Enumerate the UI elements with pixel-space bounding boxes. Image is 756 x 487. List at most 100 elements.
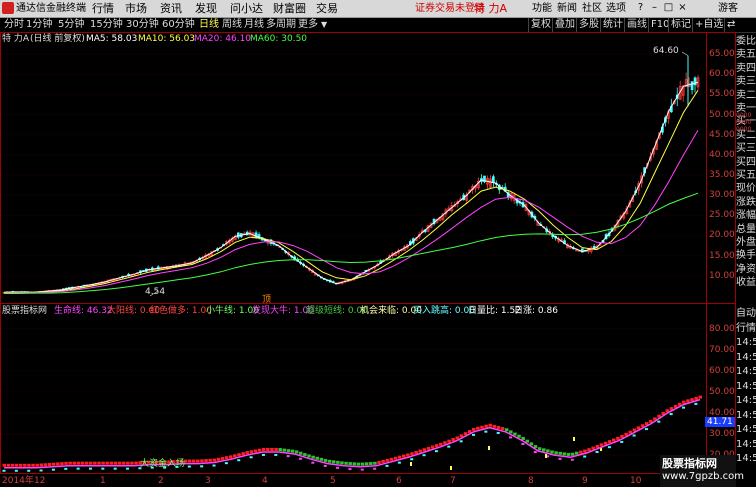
sub-y-tick: 60.00 [709,365,735,376]
sub-block [542,448,546,452]
quote-label: 涨跌 [736,196,756,208]
sub-block [612,438,616,442]
sub-block [47,462,52,466]
sub-block [389,457,394,461]
sub-grid [2,328,706,456]
ma-lines [3,81,699,294]
x-tick: 4 [262,476,268,486]
sub-block [216,457,221,461]
quote-label: 买四 [736,156,756,168]
sub-block [134,461,138,465]
sub-block [439,442,443,446]
x-tick: 6 [396,476,402,486]
sub-block [113,461,118,465]
sub-block [105,461,109,465]
quote-label: 外盘 [736,237,756,248]
sub-block-alt [323,464,327,467]
sub-block [488,423,492,427]
x-tick: 2014年 [2,476,34,486]
sub-y-tick: 80.00 [709,323,735,334]
sub-block [513,432,517,436]
sub-block [607,440,612,444]
x-tick: 8 [528,476,534,486]
sub-block [570,452,575,456]
sub-block [410,452,414,456]
sub-block-alt [311,461,315,464]
main-y-tick: 55.00 [709,89,735,100]
sub-block [208,458,212,462]
sub-block [72,461,77,465]
sub-block [348,462,352,466]
sub-block-alt [682,406,686,409]
sub-block [43,463,48,467]
sub-block [200,459,204,463]
sub-block-alt [459,440,463,443]
sub-block [35,463,39,467]
sub-block [224,456,229,460]
sub-block [84,461,89,465]
sub-block [451,438,455,442]
sub-block [6,463,11,467]
sub-block [471,427,476,431]
sub-block-alt [385,464,389,467]
sub-block [574,451,579,455]
sub-block [496,425,501,429]
sub-block-alt [558,457,562,460]
x-tick: 5 [330,476,336,486]
sub-block [76,461,81,465]
chart-border [0,32,736,474]
sub-block [566,452,571,456]
x-tick: 7 [450,476,456,486]
sub-block [509,430,513,434]
sub-block-alt [187,465,191,468]
quote-small-value: 0000 [736,119,752,126]
sub-block [311,455,315,459]
sub-block [270,447,274,451]
sub-block [591,446,595,450]
sub-block-alt [657,420,661,423]
tick-time-label: 14:5 [736,438,756,450]
candle-body [236,232,240,238]
sub-block [39,463,44,467]
x-tick: 9 [582,476,588,486]
main-y-tick: 65.00 [709,49,735,60]
sub-block [360,462,365,466]
sub-block [27,463,31,467]
sub-line-shengmingxian [4,398,701,469]
sub-block-alt [422,454,426,457]
sub-block-alt [237,459,241,462]
sub-block [241,452,245,456]
sub-block [587,448,591,452]
sub-block [690,398,694,402]
quote-label: 买三 [736,143,756,155]
sub-block [484,424,488,428]
sub-block [447,439,451,443]
sub-y-tick: 70.00 [709,344,735,355]
sub-block [422,448,427,452]
sub-block [274,447,278,451]
quote-small-value: 0000 [736,112,752,119]
sub-block [196,459,200,463]
main-y-tick: 45.00 [709,129,735,140]
sub-block [344,461,348,465]
sub-block-alt [224,462,228,465]
sub-block [299,451,303,455]
sub-block [60,462,64,466]
signal-label: 大资金入场 [140,459,186,469]
sub-block [406,453,410,457]
sub-block [88,461,93,465]
x-tick: 3 [205,476,211,486]
sub-block [336,460,340,464]
x-tick: 10 [630,476,642,486]
sub-block [381,459,385,463]
sub-block-alt [595,450,599,453]
main-y-tick: 15.00 [709,250,735,261]
sub-block [101,461,105,465]
sub-block-alt [64,467,68,470]
sub-block [599,443,604,447]
kline-chart[interactable] [0,0,756,487]
sub-block [121,461,126,465]
sub-block [10,463,15,467]
quote-small-value: 0000 [736,126,752,133]
sub-block [2,463,6,467]
